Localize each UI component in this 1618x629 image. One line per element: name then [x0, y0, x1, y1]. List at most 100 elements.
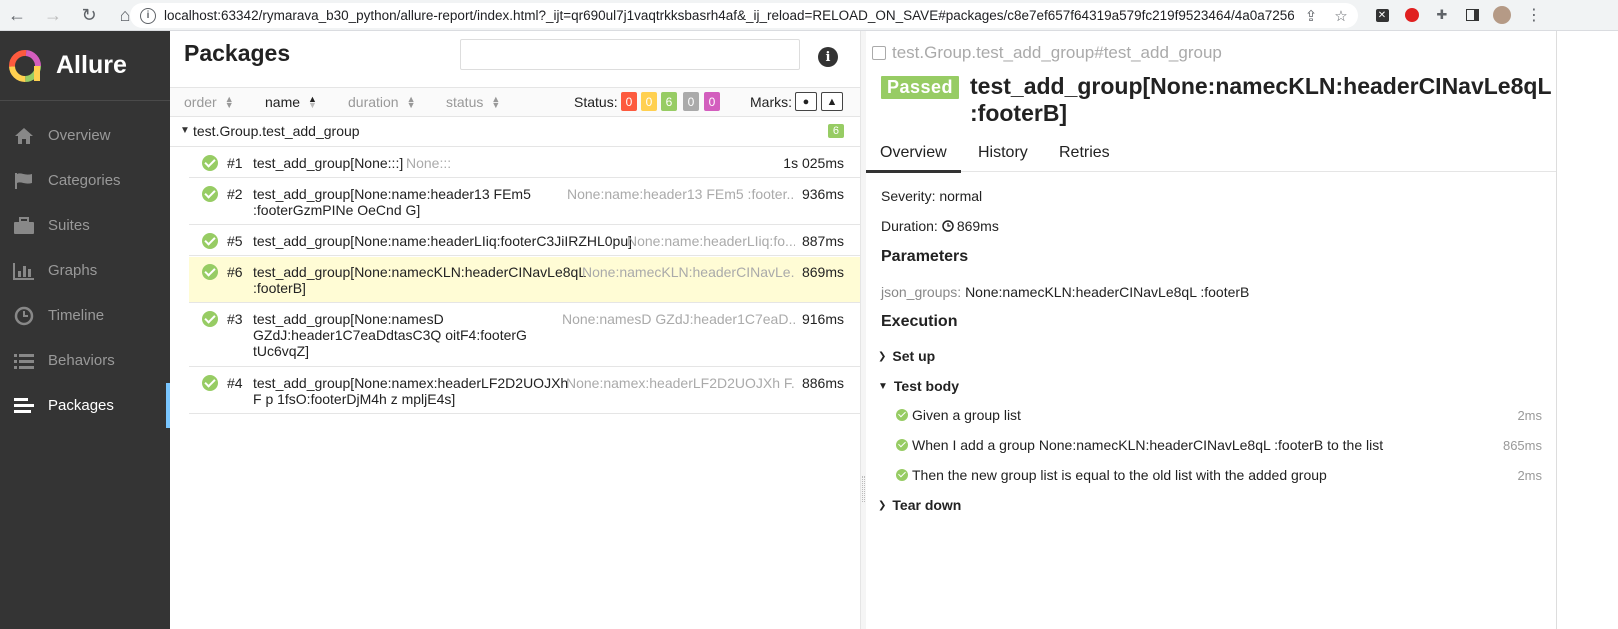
share-icon[interactable]: ⇪ [1302, 7, 1320, 25]
test-name: test_add_group[None:::] [253, 155, 404, 171]
sidebar-item-graphs[interactable]: Graphs [0, 248, 170, 293]
sidebar-item-timeline[interactable]: Timeline [0, 293, 170, 338]
details-tabs: Overview History Retries [866, 137, 1556, 173]
tab-history[interactable]: History [978, 144, 1028, 162]
adblock-icon[interactable] [1403, 6, 1421, 24]
breadcrumb-text: test.Group.test_add_group#test_add_group [892, 43, 1222, 62]
test-parameters: None::: [406, 155, 452, 171]
test-name: test_add_group[None:namesD GZdJ:header1C… [253, 311, 527, 359]
back-icon[interactable]: ← [6, 4, 28, 26]
stage-label: Tear down [892, 497, 962, 513]
test-row[interactable]: #2 test_add_group[None:name:header13 FEm… [189, 179, 860, 225]
step-row[interactable]: Given a group list [896, 407, 1021, 423]
duration-value: 869ms [956, 218, 999, 234]
menu-kebab-icon[interactable]: ⋮ [1525, 6, 1543, 24]
sidebar-item-categories[interactable]: Categories [0, 158, 170, 203]
sort-icon: ▲ ▼ [491, 94, 501, 110]
package-group-row[interactable]: ▼ test.Group.test_add_group 6 [170, 118, 860, 147]
sidebar-item-label: Suites [48, 217, 90, 234]
tab-retries[interactable]: Retries [1059, 144, 1110, 162]
chevron-right-icon: ❯ [878, 350, 887, 362]
sort-status[interactable]: status ▲ ▼ [446, 94, 500, 110]
profile-avatar[interactable] [1493, 6, 1511, 24]
flaky-bomb-icon[interactable]: ● [795, 92, 817, 111]
test-parameters: None:namecKLN:headerCINavLe... [582, 264, 795, 280]
address-bar[interactable]: i localhost:63342/rymarava_b30_python/al… [130, 3, 1358, 28]
search-input[interactable] [460, 39, 800, 70]
sort-icon: ▲ ▼ [224, 94, 234, 110]
home-icon [12, 127, 36, 145]
sort-status-label: status [446, 94, 484, 110]
step-row[interactable]: When I add a group None:namecKLN:headerC… [896, 437, 1383, 453]
forward-icon[interactable]: → [42, 4, 64, 26]
bar-chart-icon [12, 262, 36, 280]
test-parameters: None:name:headerLIiq:fo... [627, 233, 795, 249]
status-skipped-badge[interactable]: 0 [683, 92, 699, 111]
test-title: test_add_group[None:namecKLN:headerCINav… [970, 73, 1552, 126]
step-row[interactable]: Then the new group list is equal to the … [896, 467, 1327, 483]
passed-check-icon [896, 409, 908, 421]
list-icon [12, 352, 36, 370]
test-row[interactable]: #5 test_add_group[None:name:headerLIiq:f… [189, 226, 860, 256]
side-panel-icon[interactable] [1463, 6, 1481, 24]
test-duration: 887ms [801, 233, 844, 249]
stage-teardown[interactable]: ❯ Tear down [878, 497, 961, 513]
stage-label: Test body [893, 378, 959, 394]
test-row[interactable]: #1 test_add_group[None:::] None::: 1s 02… [189, 148, 860, 178]
status-filter-label: Status: [574, 94, 618, 110]
sidebar-item-behaviors[interactable]: Behaviors [0, 338, 170, 383]
sort-bar: order ▲ ▼ name ▲ ▼ duration ▲ ▼ status ▲ ▼ Statu… [170, 87, 860, 117]
site-info-icon[interactable]: i [140, 7, 156, 24]
clock-icon [942, 220, 954, 232]
status-passed-badge[interactable]: 6 [661, 92, 677, 111]
warning-triangle-icon[interactable]: ▲ [821, 92, 843, 111]
severity-row: Severity: normal [881, 188, 982, 204]
clock-icon [12, 306, 36, 326]
test-row[interactable]: #3 test_add_group[None:namesD GZdJ:heade… [189, 304, 860, 367]
sort-duration[interactable]: duration ▲ ▼ [348, 94, 416, 110]
chevron-right-icon: ❯ [878, 499, 887, 511]
extension-x-icon[interactable]: ✕ [1373, 6, 1391, 24]
status-broken-badge[interactable]: 0 [641, 92, 657, 111]
status-unknown-badge[interactable]: 0 [704, 92, 720, 111]
sidebar-item-packages[interactable]: Packages [0, 383, 170, 428]
info-icon[interactable]: i [818, 47, 838, 67]
sidebar-item-label: Categories [48, 172, 121, 189]
test-duration: 916ms [801, 311, 844, 327]
test-order-number: #6 [227, 264, 243, 280]
test-details-panel: test.Group.test_add_group#test_add_group… [866, 31, 1556, 629]
sort-name[interactable]: name ▲ ▼ [265, 94, 317, 110]
severity-value: normal [939, 188, 983, 204]
url-text: localhost:63342/rymarava_b30_python/allu… [164, 8, 1294, 23]
test-row[interactable]: #4 test_add_group[None:namex:headerLF2D2… [189, 368, 860, 414]
sort-duration-label: duration [348, 94, 399, 110]
stage-setup[interactable]: ❯ Set up [878, 348, 935, 364]
sidebar-item-overview[interactable]: Overview [0, 113, 170, 158]
test-order-number: #5 [227, 233, 243, 249]
test-name: test_add_group[None:name:headerLIiq:foot… [253, 233, 633, 249]
copy-icon[interactable] [872, 46, 886, 60]
chevron-down-icon: ▼ [878, 380, 888, 392]
briefcase-icon [12, 216, 36, 235]
reload-icon[interactable]: ↻ [78, 4, 100, 26]
parameter-value: None:namecKLN:headerCINavLe8qL :footerB [965, 284, 1250, 300]
test-row-selected[interactable]: #6 test_add_group[None:namecKLN:headerCI… [189, 257, 860, 303]
bookmark-star-icon[interactable]: ☆ [1332, 7, 1350, 25]
stage-test-body[interactable]: ▼ Test body [878, 378, 959, 394]
sidebar-item-label: Behaviors [48, 352, 115, 369]
status-failed-badge[interactable]: 0 [621, 92, 637, 111]
package-group-count-badge: 6 [827, 124, 844, 138]
tab-overview[interactable]: Overview [866, 144, 961, 173]
sidebar-item-suites[interactable]: Suites [0, 203, 170, 248]
stage-label: Set up [892, 348, 936, 364]
page-title: Packages [184, 40, 291, 66]
drag-handle[interactable] [862, 476, 865, 502]
test-parameters: None:namesD GZdJ:header1C7eaD... [562, 311, 795, 327]
extensions-puzzle-icon[interactable]: ✚ [1433, 6, 1451, 24]
breadcrumb[interactable]: test.Group.test_add_group#test_add_group [872, 43, 1222, 63]
test-order-number: #2 [227, 186, 243, 202]
allure-logo-icon [9, 49, 41, 82]
brand[interactable]: Allure [0, 31, 170, 101]
sort-order[interactable]: order ▲ ▼ [184, 94, 234, 110]
test-duration: 1s 025ms [783, 155, 844, 171]
